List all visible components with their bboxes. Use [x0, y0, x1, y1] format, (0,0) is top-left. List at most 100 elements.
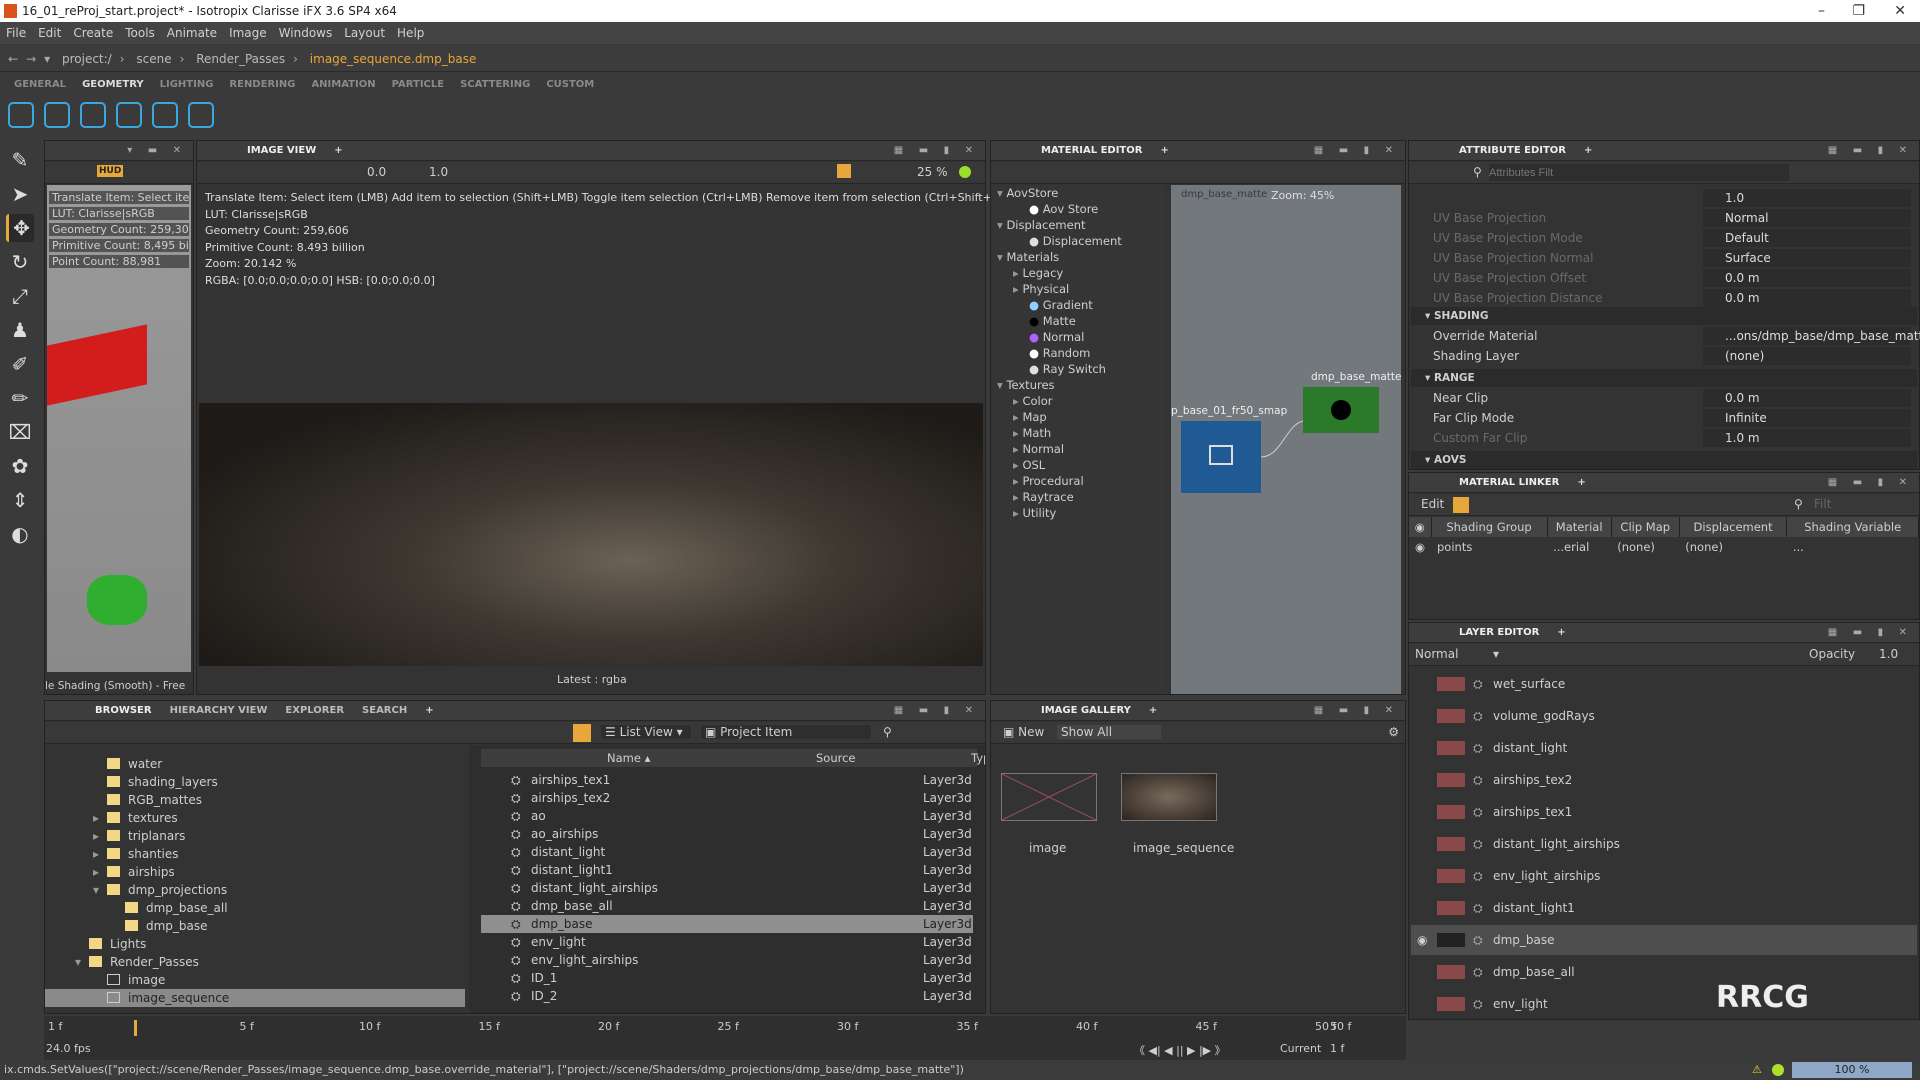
column-header[interactable]: Displacement — [1679, 517, 1788, 537]
tab-explorer[interactable]: EXPLORER — [285, 705, 344, 716]
tree-item[interactable]: ▸ Color — [991, 393, 1166, 409]
column-header[interactable]: Material — [1547, 517, 1612, 537]
tree-item[interactable]: ● Normal — [991, 329, 1166, 345]
list-item[interactable]: ⛭ distant_light_airships Layer3d — [481, 879, 973, 897]
tree-item[interactable]: ▾ Textures — [991, 377, 1166, 393]
tree-item[interactable]: ● Aov Store — [991, 201, 1166, 217]
list-item[interactable]: ⛭ env_light Layer3d — [481, 933, 973, 951]
column-header[interactable]: Shading Variable — [1786, 517, 1919, 537]
tree-item[interactable]: ▸ textures — [45, 809, 465, 827]
view-mode-select[interactable]: ☰ List View ▾ — [601, 725, 691, 739]
zoom-field[interactable]: 25 % — [917, 165, 948, 179]
layer-item[interactable]: ⛭ distant_light1 — [1411, 893, 1917, 923]
breadcrumb-scene[interactable]: scene — [136, 52, 171, 66]
tab-material-linker[interactable]: MATERIAL LINKER — [1459, 477, 1559, 488]
tree-item[interactable]: ▸ Legacy — [991, 265, 1166, 281]
far-clip-mode-select[interactable]: Infinite — [1703, 409, 1911, 427]
tree-item[interactable]: ▸ Raytrace — [991, 489, 1166, 505]
tree-item[interactable]: dmp_base — [45, 917, 465, 935]
filter-select[interactable]: ▣ Project Item — [701, 725, 871, 739]
shading-layer-field[interactable]: (none) — [1703, 347, 1911, 365]
tree-item[interactable]: ▾ dmp_projections — [45, 881, 465, 899]
menu-help[interactable]: Help — [397, 26, 424, 40]
tool-icon-6[interactable]: ✐ — [6, 350, 34, 378]
menu-edit[interactable]: Edit — [38, 26, 61, 40]
menu-animate[interactable]: Animate — [167, 26, 217, 40]
opacity-field[interactable]: 1.0 — [1879, 647, 1898, 661]
tab-lighting[interactable]: LIGHTING — [160, 79, 214, 90]
attributes-filter-input[interactable] — [1489, 164, 1789, 181]
table-row[interactable]: ◉ points ...erial (none) (none)... — [1409, 537, 1919, 557]
table-cell[interactable]: points — [1431, 537, 1547, 557]
breadcrumb-project[interactable]: project:/ — [62, 52, 112, 66]
list-item[interactable]: ⛭ ID_1 Layer3d — [481, 969, 973, 987]
cylinder-icon[interactable] — [80, 102, 106, 128]
render-button[interactable] — [837, 164, 851, 178]
attr-value[interactable]: 0.0 m — [1703, 289, 1911, 307]
tree-item[interactable]: image — [45, 971, 465, 989]
tree-item[interactable]: ▸ Math — [991, 425, 1166, 441]
layer-item[interactable]: ⛭ distant_light_airships — [1411, 829, 1917, 859]
minimize-button[interactable]: – — [1818, 0, 1825, 22]
tab-layer-editor[interactable]: LAYER EDITOR — [1459, 627, 1539, 638]
panel-controls[interactable]: ▾ ▬ ✕ — [127, 141, 187, 161]
current-frame-field[interactable]: 1 f — [1330, 1042, 1344, 1055]
tool-icon-9[interactable]: ✿ — [6, 452, 34, 480]
breadcrumb-render-passes[interactable]: Render_Passes — [196, 52, 285, 66]
list-item[interactable]: ⛭ ID_2 Layer3d — [481, 987, 973, 1005]
layer-item[interactable]: ◉ ⛭ dmp_base — [1411, 925, 1917, 955]
tool-icon-5[interactable]: ♟ — [6, 316, 34, 344]
column-type[interactable]: Type — [971, 749, 985, 767]
visibility-icon[interactable]: ◉ — [1409, 537, 1431, 557]
tab-general[interactable]: GENERAL — [14, 79, 66, 90]
menu-windows[interactable]: Windows — [279, 26, 333, 40]
tree-item[interactable]: ▸ airships — [45, 863, 465, 881]
edit-menu[interactable]: Edit — [1421, 497, 1444, 511]
tool-icon-10[interactable]: ⇕ — [6, 486, 34, 514]
visibility-icon[interactable]: ◉ — [1417, 925, 1427, 955]
attr-value[interactable]: 0.0 m — [1703, 269, 1911, 287]
tab-scattering[interactable]: SCATTERING — [460, 79, 530, 90]
transport-controls[interactable]: 《 ◀| ◀ || ▶ |▶ 》 — [1134, 1042, 1226, 1058]
gamma-field[interactable]: 1.0 — [429, 165, 448, 179]
tool-icon-8[interactable]: ⌧ — [6, 418, 34, 446]
list-item[interactable]: ⛭ dmp_base Layer3d — [481, 915, 973, 933]
tool-icon-11[interactable]: ◐ — [6, 520, 34, 548]
layer-item[interactable]: ⛭ airships_tex1 — [1411, 797, 1917, 827]
column-header[interactable]: Shading Group — [1431, 517, 1548, 537]
panel-controls[interactable]: ▦ ▬ ▮ ✕ — [894, 141, 979, 161]
list-item[interactable]: ⛭ ao Layer3d — [481, 807, 973, 825]
tab-image-gallery[interactable]: IMAGE GALLERY — [1041, 705, 1131, 716]
tool-icon-7[interactable]: ✏ — [6, 384, 34, 412]
tab-material-editor[interactable]: MATERIAL EDITOR — [1041, 145, 1142, 156]
search-icon[interactable]: ⚲ — [883, 725, 892, 739]
hud-toggle[interactable]: HUD — [97, 165, 124, 177]
layer-item[interactable]: ⛭ env_light_airships — [1411, 861, 1917, 891]
tree-item[interactable]: ▸ Map — [991, 409, 1166, 425]
tree-item[interactable]: ▸ Physical — [991, 281, 1166, 297]
list-item[interactable]: ⛭ env_light_airships Layer3d — [481, 951, 973, 969]
layer-item[interactable]: ⛭ volume_godRays — [1411, 701, 1917, 731]
override-material-field[interactable]: ...ons/dmp_base/dmp_base_matte — [1703, 327, 1920, 345]
tree-item[interactable]: ▾ Displacement — [991, 217, 1166, 233]
tool-icon-4[interactable]: ⤢ — [6, 282, 34, 310]
tab-animation[interactable]: ANIMATION — [311, 79, 375, 90]
tree-item[interactable]: ● Matte — [991, 313, 1166, 329]
panel-controls[interactable]: ▦ ▬ ▮ ✕ — [1828, 141, 1913, 161]
chevron-right-icon[interactable]: ▸ — [93, 827, 99, 845]
tool-icon-0[interactable]: ✎ — [6, 146, 34, 174]
timeline[interactable]: 1 f 5 f 10 f 15 f 20 f 25 f 30 f 35 f 40 f 45 f 50… — [44, 1016, 1406, 1060]
maximize-button[interactable]: ❐ — [1852, 0, 1865, 22]
warning-icon[interactable]: ⚠ — [1752, 1060, 1762, 1080]
new-image-button[interactable]: ▣ New — [1003, 725, 1044, 739]
tree-item[interactable]: dmp_base_all — [45, 899, 465, 917]
menu-layout[interactable]: Layout — [344, 26, 385, 40]
tab-geometry[interactable]: GEOMETRY — [82, 79, 144, 90]
globe-icon[interactable] — [152, 102, 178, 128]
gallery-thumb-image-sequence[interactable] — [1121, 773, 1217, 821]
tree-item[interactable]: ▸ shanties — [45, 845, 465, 863]
menu-tools[interactable]: Tools — [125, 26, 155, 40]
import-icon[interactable] — [188, 102, 214, 128]
tree-item[interactable]: ● Random — [991, 345, 1166, 361]
menu-create[interactable]: Create — [73, 26, 113, 40]
